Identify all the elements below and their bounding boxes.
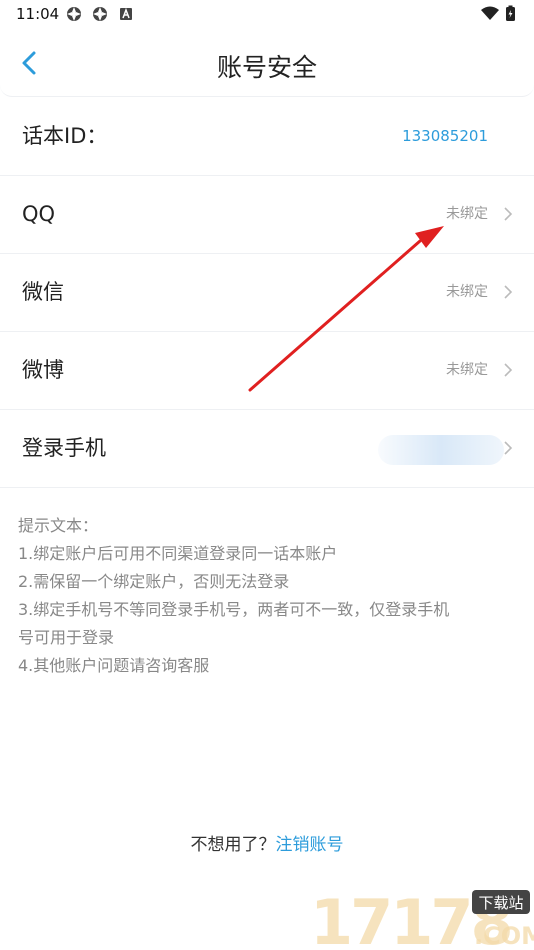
watermark-badge: 下载站: [478, 894, 523, 912]
status-time: 11:04: [16, 5, 60, 23]
binding-row-weibo[interactable]: 微博 未绑定: [0, 331, 534, 410]
footer: 不想用了？注销账号: [0, 830, 534, 855]
chevron-right-icon: [504, 441, 513, 455]
chevron-right-icon: [504, 285, 513, 299]
binding-status: 未绑定: [446, 206, 488, 222]
tips-line: 3.绑定手机号不等同登录手机号，两者可不一致，仅登录手机: [18, 600, 450, 619]
binding-row-wechat[interactable]: 微信 未绑定: [0, 253, 534, 332]
top-bar: 账号安全: [0, 28, 534, 97]
binding-row-qq[interactable]: QQ 未绑定: [0, 175, 534, 254]
tips-line: 1.绑定账户后可用不同渠道登录同一话本账户: [18, 544, 338, 563]
tips-line: 提示文本：: [18, 516, 99, 535]
binding-label: QQ: [22, 202, 56, 226]
cancel-account-link[interactable]: 注销账号: [276, 835, 344, 855]
chevron-right-icon: [504, 363, 513, 377]
login-phone-label: 登录手机: [22, 436, 106, 460]
tips-line: 2.需保留一个绑定账户，否则无法登录: [18, 572, 290, 591]
tips-line: 号可用于登录: [18, 628, 115, 647]
watermark-domain: .COM: [474, 922, 534, 950]
app-notification-icon: [67, 7, 81, 21]
font-notification-icon: [120, 7, 132, 20]
phone-number-redacted: [378, 435, 504, 465]
chevron-right-icon: [504, 207, 513, 221]
binding-label: 微博: [22, 358, 64, 382]
tips-line: 4.其他账户问题请咨询客服: [18, 656, 210, 675]
account-id-value: 133085201: [402, 127, 488, 145]
page-title: 账号安全: [216, 53, 317, 82]
wifi-battery-icon: [481, 5, 515, 21]
footer-prompt: 不想用了？: [190, 835, 276, 855]
binding-label: 微信: [22, 280, 64, 304]
login-phone-row[interactable]: 登录手机: [0, 409, 534, 488]
binding-status: 未绑定: [446, 362, 488, 378]
account-id-row: 话本ID： 133085201: [0, 97, 534, 176]
watermark-logo: 17178 下载站 .COM: [310, 886, 534, 950]
status-bar: 11:04: [0, 0, 534, 28]
account-id-label: 话本ID：: [22, 124, 108, 148]
tips-text: 提示文本： 1.绑定账户后可用不同渠道登录同一话本账户 2.需保留一个绑定账户，…: [18, 512, 528, 680]
binding-status: 未绑定: [446, 284, 488, 300]
app-notification-icon: [93, 7, 107, 21]
